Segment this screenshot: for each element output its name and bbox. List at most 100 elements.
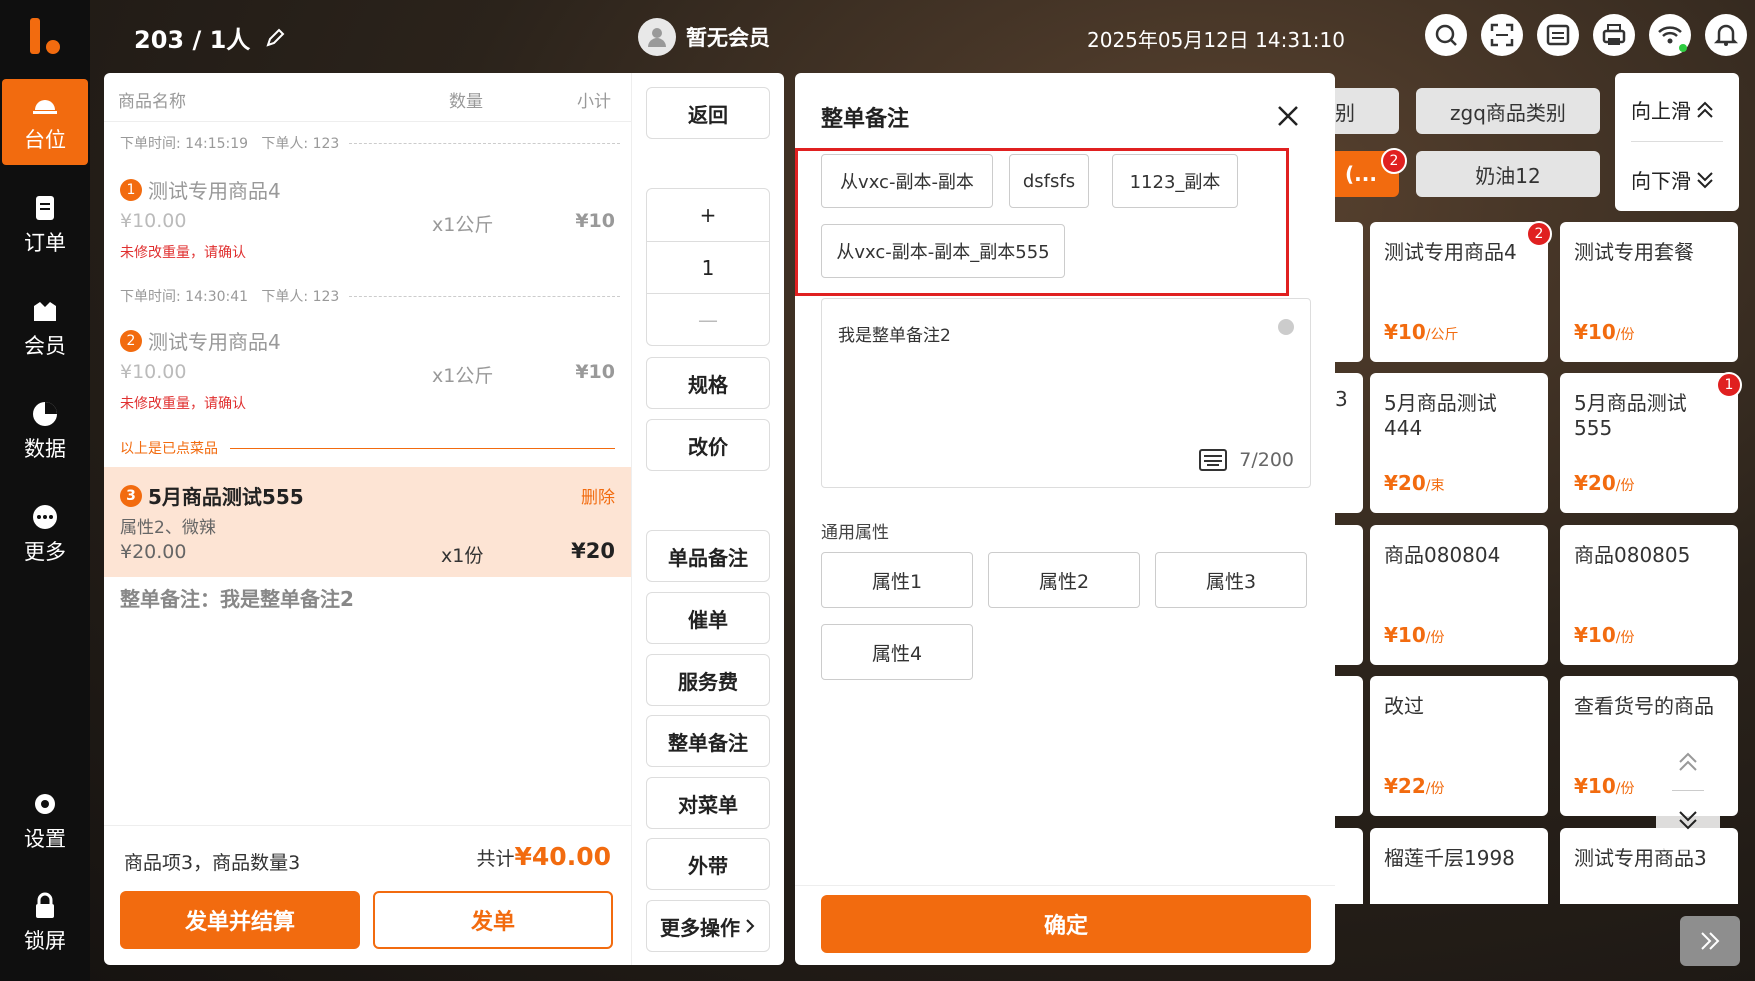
product-card[interactable]: 榴莲千层1998 <box>1370 828 1548 904</box>
close-icon[interactable] <box>1275 103 1301 129</box>
more-actions-button[interactable]: 更多操作 <box>646 900 770 952</box>
attr-option[interactable]: 属性3 <box>1155 552 1307 608</box>
product-card-partial[interactable] <box>1335 222 1363 362</box>
note-tag[interactable]: 从vxc-副本-副本_副本555 <box>821 224 1065 278</box>
col-name: 商品名称 <box>118 92 186 112</box>
page-up-icon[interactable] <box>1676 750 1700 774</box>
attr-option[interactable]: 属性1 <box>821 552 973 608</box>
chevron-up-double-icon <box>1697 101 1713 118</box>
order-item[interactable]: 1 测试专用商品4 ¥10.00 x1公斤 ¥10 未修改重量，请确认 <box>120 175 615 262</box>
item-qty: x1公斤 <box>432 214 494 236</box>
search-button[interactable] <box>1425 14 1467 56</box>
product-card-partial[interactable] <box>1335 525 1363 665</box>
wifi-button[interactable] <box>1649 14 1691 56</box>
takeout-button[interactable]: 外带 <box>646 838 770 890</box>
product-card-partial[interactable] <box>1335 828 1363 904</box>
category-tab[interactable]: zgq商品类别 <box>1416 88 1600 134</box>
product-card[interactable]: 5月商品测试555 ¥20/份 <box>1560 373 1738 513</box>
sidebar-item-lock[interactable]: 锁屏 <box>0 880 90 966</box>
notification-button[interactable] <box>1705 14 1747 56</box>
category-tab[interactable]: 别 <box>1335 88 1399 134</box>
spec-button[interactable]: 规格 <box>646 357 770 409</box>
chevron-down-double-icon <box>1697 171 1713 188</box>
item-price: ¥10.00 <box>120 361 187 383</box>
urge-button[interactable]: 催单 <box>646 592 770 644</box>
item-price: ¥20.00 <box>120 541 187 563</box>
product-card[interactable]: 商品080805 ¥10/份 <box>1560 525 1738 665</box>
note-tag[interactable]: 1123_副本 <box>1112 154 1238 208</box>
product-card-partial[interactable]: 3 <box>1335 373 1363 513</box>
member-avatar <box>638 18 676 56</box>
decrease-button[interactable]: — <box>647 293 769 345</box>
page-down-icon[interactable] <box>1676 808 1700 832</box>
sidebar-item-more[interactable]: 更多 <box>0 491 90 577</box>
keyboard-icon[interactable] <box>1199 449 1228 471</box>
send-order-button[interactable]: 发单 <box>373 891 613 949</box>
topbar: 203 / 1人 暂无会员 2025年05月12日 14:31:10 <box>90 0 1755 72</box>
general-attrs-label: 通用属性 <box>821 523 889 543</box>
product-card[interactable]: 测试专用商品4 ¥10/公斤 <box>1370 222 1548 362</box>
sidebar-item-settings[interactable]: 设置 <box>0 778 90 864</box>
divider <box>1672 790 1704 791</box>
member-selector[interactable]: 暂无会员 <box>638 18 770 56</box>
attr-option[interactable]: 属性4 <box>821 624 973 680</box>
batch-meta: 下单时间: 14:30:41 下单人: 123 <box>120 286 620 306</box>
whole-note-button[interactable]: 整单备注 <box>646 715 770 767</box>
order-item-selected[interactable]: 3 5月商品测试555 删除 属性2、微辣 ¥20.00 x1份 ¥20 <box>104 467 631 577</box>
attr-option[interactable]: 属性2 <box>988 552 1140 608</box>
divider <box>795 885 1335 886</box>
product-card-partial[interactable] <box>1335 676 1363 816</box>
scroll-down-button[interactable]: 向下滑 <box>1631 165 1715 194</box>
ordered-separator: 以上是已点菜品 <box>120 438 615 458</box>
product-card[interactable]: 商品080804 ¥10/份 <box>1370 525 1548 665</box>
increase-button[interactable]: + <box>647 189 769 241</box>
change-price-button[interactable]: 改价 <box>646 419 770 471</box>
item-price: ¥10.00 <box>120 210 187 232</box>
product-card[interactable]: 改过 ¥22/份 <box>1370 676 1548 816</box>
total-amount: ¥40.00 <box>514 842 611 871</box>
order-item[interactable]: 2 测试专用商品4 ¥10.00 x1公斤 ¥10 未修改重量，请确认 <box>120 326 615 413</box>
item-number: 1 <box>120 178 142 201</box>
item-number: 3 <box>120 484 142 507</box>
online-dot <box>1679 44 1687 52</box>
modal-title: 整单备注 <box>821 107 910 132</box>
sidebar-item-label: 锁屏 <box>24 929 66 953</box>
send-and-settle-button[interactable]: 发单并结算 <box>120 891 360 949</box>
item-name: 测试专用商品4 <box>148 179 281 203</box>
note-textarea[interactable]: 我是整单备注2 7/200 <box>821 298 1311 488</box>
sidebar-item-label: 会员 <box>24 334 66 358</box>
table-info[interactable]: 203 / 1人 <box>134 20 285 55</box>
back-button[interactable]: 返回 <box>646 87 770 139</box>
item-attrs: 属性2、微辣 <box>120 518 216 538</box>
order-panel: 商品名称 数量 小计 下单时间: 14:15:19 下单人: 123 1 测试专用… <box>104 73 631 965</box>
sidebar-item-tables[interactable]: 台位 <box>2 79 88 165</box>
sidebar-item-data[interactable]: 数据 <box>0 388 90 474</box>
sidebar: 台位 订单 会员 数据 更多 设置 锁屏 <box>0 0 90 981</box>
note-tag[interactable]: 从vxc-副本-副本 <box>821 154 993 208</box>
product-card[interactable]: 测试专用套餐 ¥10/份 <box>1560 222 1738 362</box>
clear-icon[interactable] <box>1278 319 1294 335</box>
category-tab[interactable]: 奶油12 <box>1416 151 1600 197</box>
scroll-up-button[interactable]: 向上滑 <box>1631 95 1715 124</box>
sidebar-item-orders[interactable]: 订单 <box>0 182 90 268</box>
sidebar-item-label: 更多 <box>24 540 66 564</box>
member-icon <box>34 302 56 321</box>
service-fee-button[interactable]: 服务费 <box>646 654 770 706</box>
print-button[interactable] <box>1593 14 1635 56</box>
whole-order-note: 整单备注：我是整单备注2 <box>120 587 354 611</box>
delete-button[interactable]: 删除 <box>581 483 615 508</box>
notes-button[interactable] <box>1537 14 1579 56</box>
expand-button[interactable] <box>1680 916 1740 966</box>
batch-meta: 下单时间: 14:15:19 下单人: 123 <box>120 133 620 153</box>
product-badge: 2 <box>1526 221 1552 247</box>
item-note-button[interactable]: 单品备注 <box>646 530 770 582</box>
note-tag[interactable]: dsfsfs <box>1009 154 1089 208</box>
scan-button[interactable] <box>1481 14 1523 56</box>
order-summary: 商品项3，商品数量3 共计 ¥40.00 <box>104 825 631 885</box>
sidebar-item-members[interactable]: 会员 <box>0 285 90 371</box>
bell-icon <box>1713 24 1739 46</box>
product-card[interactable]: 5月商品测试444 ¥20/束 <box>1370 373 1548 513</box>
quantity-stepper: + 1 — <box>646 188 770 346</box>
check-menu-button[interactable]: 对菜单 <box>646 777 770 829</box>
confirm-button[interactable]: 确定 <box>821 895 1311 953</box>
